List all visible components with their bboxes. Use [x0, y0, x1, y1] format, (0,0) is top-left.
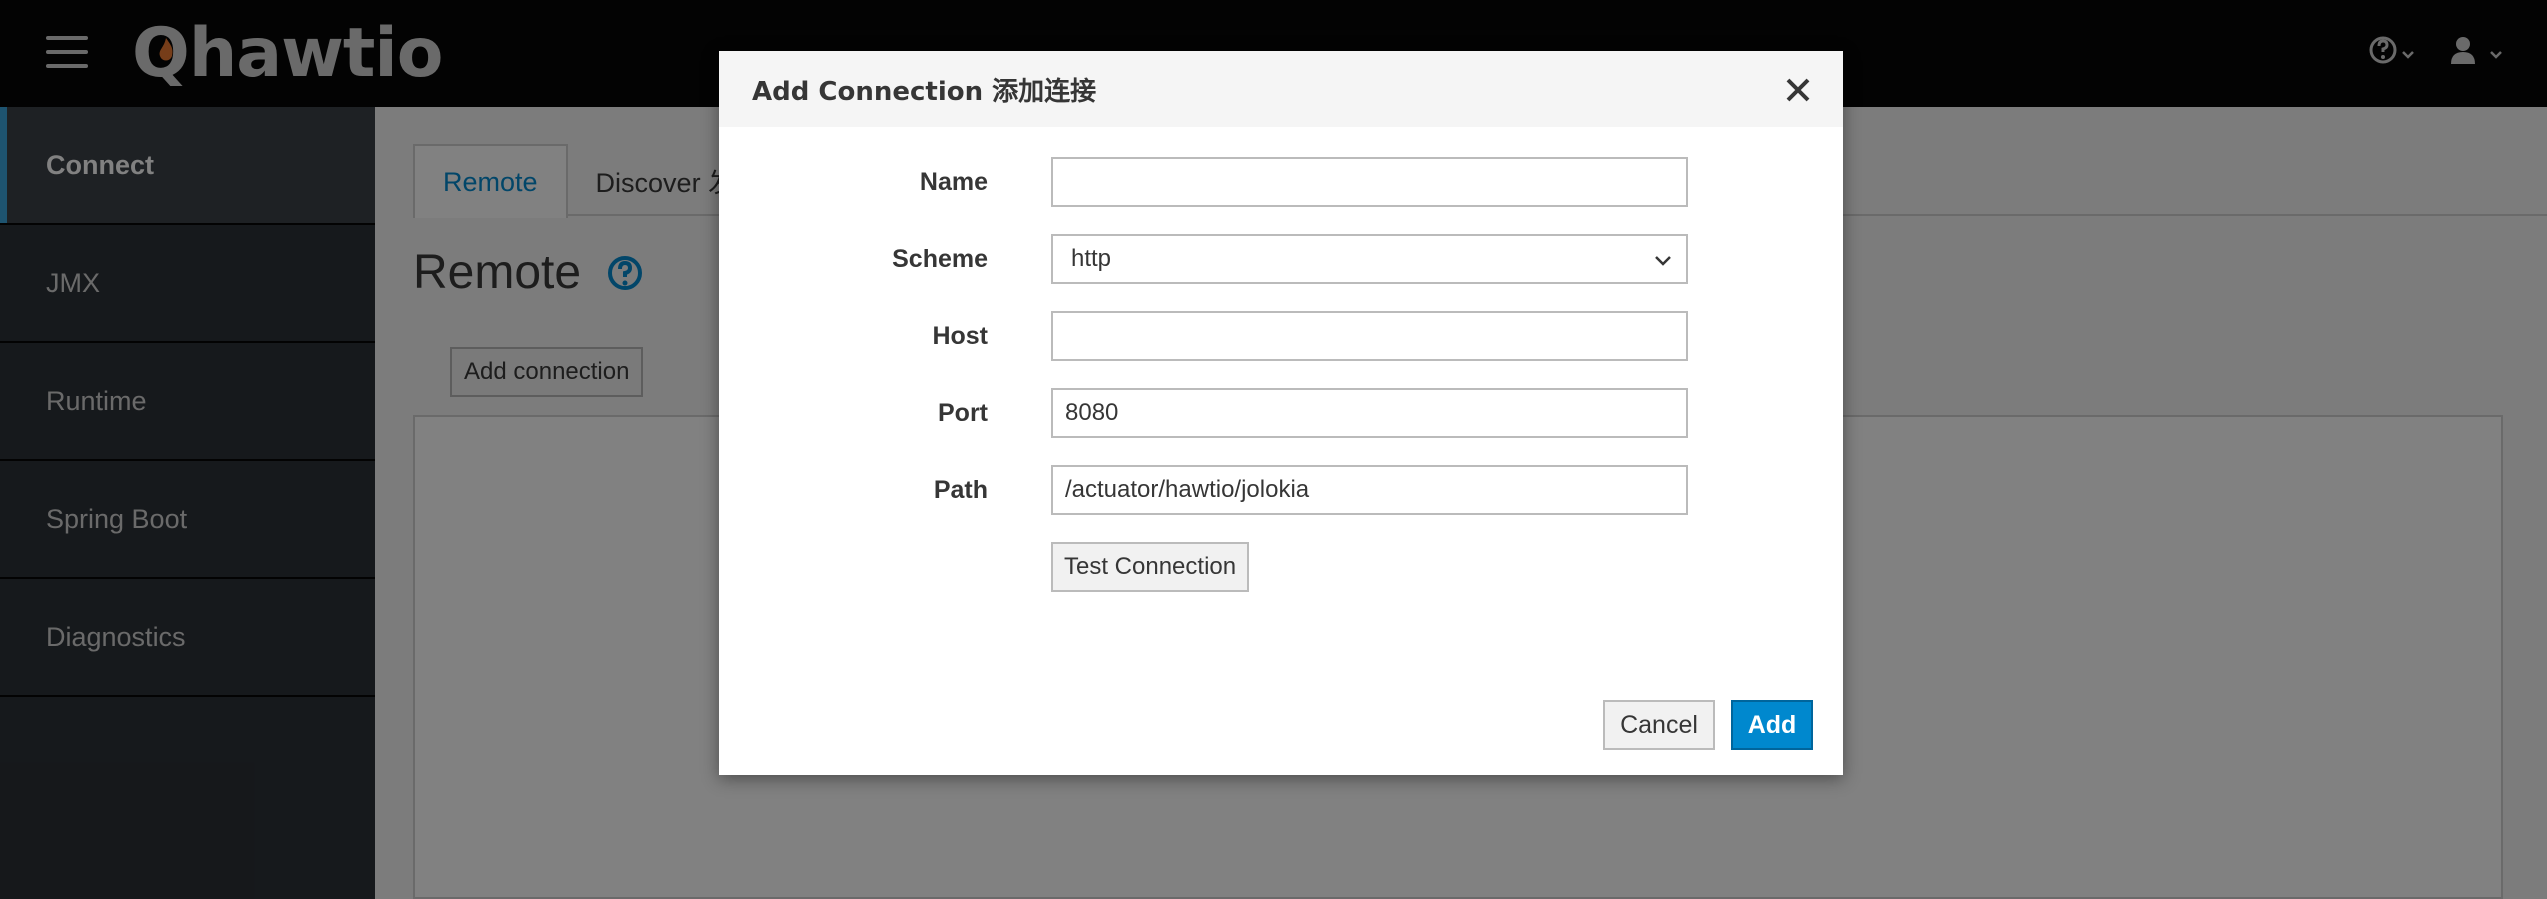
cancel-button[interactable]: Cancel: [1603, 700, 1715, 750]
test-connection-button[interactable]: Test Connection: [1051, 542, 1250, 592]
host-label: Host: [932, 322, 988, 350]
modal-header: Add Connection 添加连接: [719, 51, 1843, 127]
host-row: Host: [719, 311, 1843, 361]
name-label: Name: [919, 168, 988, 196]
host-field[interactable]: [1051, 311, 1688, 361]
scheme-label: Scheme: [892, 245, 988, 273]
port-label: Port: [938, 399, 988, 427]
path-label: Path: [933, 476, 988, 504]
chevron-down-icon: [1655, 256, 1671, 266]
name-row: Name: [719, 157, 1843, 207]
scheme-select-value: http: [1071, 245, 1112, 272]
modal-title: Add Connection 添加连接: [752, 76, 1097, 107]
scheme-select[interactable]: http: [1051, 234, 1688, 284]
add-button[interactable]: Add: [1731, 700, 1813, 750]
name-field[interactable]: [1051, 157, 1688, 207]
scheme-row: Scheme http: [719, 234, 1843, 284]
path-field[interactable]: [1051, 465, 1688, 515]
port-row: Port: [719, 388, 1843, 438]
close-icon[interactable]: [1783, 75, 1813, 105]
port-field[interactable]: [1051, 388, 1688, 438]
path-row: Path: [719, 465, 1843, 515]
add-connection-modal: Add Connection 添加连接 Name Scheme http Hos…: [719, 51, 1843, 775]
